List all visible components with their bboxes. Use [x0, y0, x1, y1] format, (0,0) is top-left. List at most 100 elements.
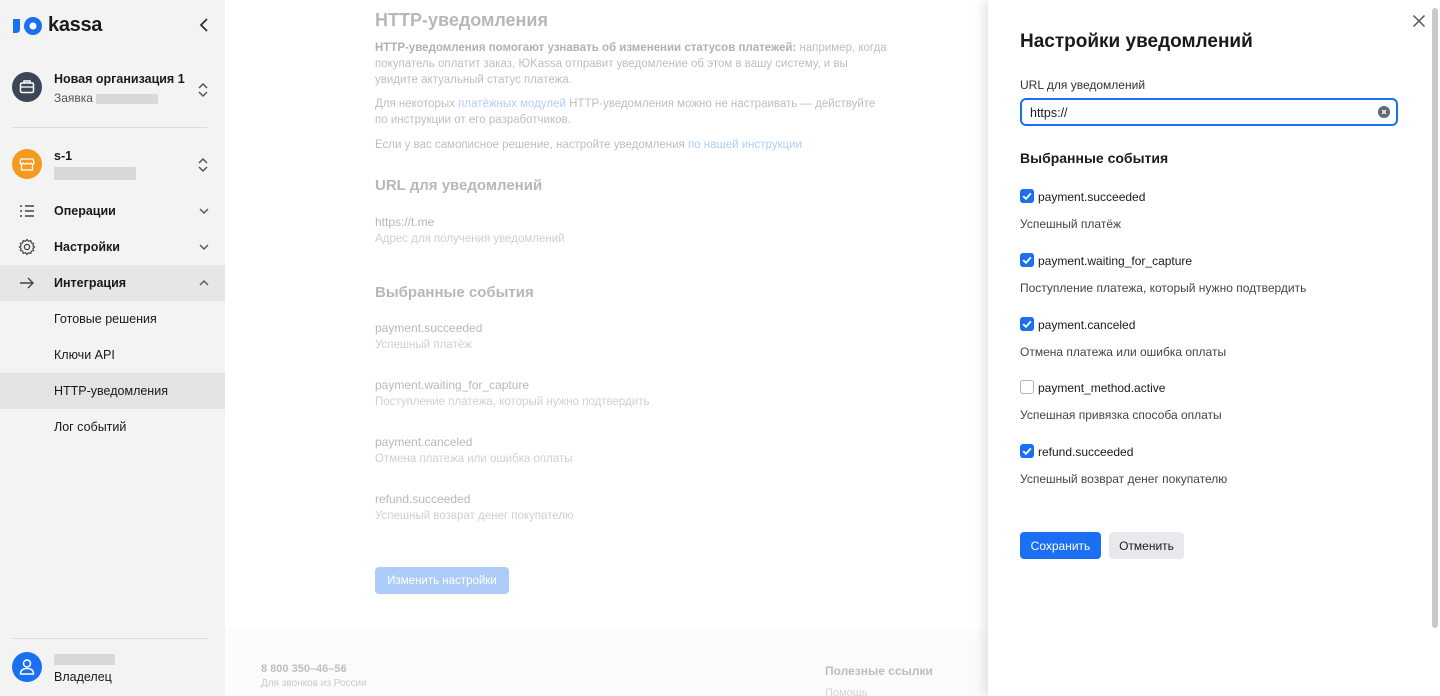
redacted-text	[54, 654, 115, 665]
organization-status-label: Заявка	[54, 91, 93, 105]
event-checkbox-payment-waiting-for-capture[interactable]: payment.waiting_for_capture	[1020, 251, 1400, 271]
event-description: Отмена платежа или ошибка оплаты	[1020, 345, 1227, 359]
user-profile[interactable]: Владелец	[0, 646, 225, 696]
event-checkbox-payment-canceled[interactable]: payment.canceled	[1020, 315, 1400, 335]
chevron-up-icon	[199, 280, 209, 286]
yookassa-logo-icon	[13, 16, 42, 35]
main-content: HTTP-уведомления HTTP-уведомления помога…	[225, 0, 988, 696]
briefcase-icon	[19, 80, 35, 94]
logo-text: kassa	[48, 14, 103, 36]
event-desc: Успешный платёж	[375, 339, 472, 351]
scrollbar[interactable]	[1432, 8, 1438, 628]
url-input[interactable]	[1030, 104, 1360, 122]
footer-help-link[interactable]: Помощь	[825, 687, 868, 696]
shop-name: s-1	[54, 149, 73, 163]
event-desc: Отмена платежа или ошибка оплаты	[375, 453, 573, 465]
sub-item-label: Готовые решения	[54, 312, 157, 326]
footer-phone-note: Для звонков из России	[261, 678, 367, 689]
cancel-button[interactable]: Отменить	[1109, 532, 1184, 559]
checkbox-unchecked[interactable]	[1020, 380, 1034, 394]
instruction-link[interactable]: по нашей инструкции	[688, 139, 802, 151]
sidebar-item-api-keys[interactable]: Ключи API	[0, 337, 225, 373]
close-icon[interactable]	[1412, 14, 1426, 28]
event-checkbox-refund-succeeded[interactable]: refund.succeeded	[1020, 442, 1400, 462]
checkmark-icon	[1022, 192, 1032, 201]
sub-item-label: Лог событий	[54, 420, 127, 434]
event-desc: Успешный возврат денег покупателю	[375, 510, 574, 522]
sidebar: kassa Новая организация 1 Заявка s-1 Опе…	[0, 0, 225, 696]
organization-switcher[interactable]: Новая организация 1 Заявка	[0, 64, 225, 118]
nav-label: Интеграция	[54, 276, 127, 290]
organization-name: Новая организация 1	[54, 72, 185, 86]
event-checkbox-payment-method-active[interactable]: payment_method.active	[1020, 378, 1400, 398]
event-name: refund.succeeded	[375, 492, 471, 506]
event-name: payment.canceled	[1038, 318, 1136, 332]
nav-label: Настройки	[54, 240, 120, 254]
event-description: Успешный платёж	[1020, 217, 1122, 231]
save-button[interactable]: Сохранить	[1020, 532, 1101, 559]
panel-title: Настройки уведомлений	[1020, 31, 1253, 52]
event-name: payment.succeeded	[375, 321, 483, 335]
url-field	[1020, 98, 1398, 126]
user-icon	[19, 659, 35, 675]
divider	[12, 127, 207, 128]
logo[interactable]: kassa	[12, 14, 102, 37]
event-description: Успешный возврат денег покупателю	[1020, 472, 1228, 486]
redacted-text	[96, 93, 159, 104]
intro-bold: HTTP-уведомления помогают узнавать об из…	[375, 42, 797, 54]
custom-paragraph: Если у вас самописное решение, настройте…	[375, 137, 890, 153]
redacted-text	[54, 167, 136, 180]
shop-avatar	[12, 149, 42, 179]
clear-input-icon[interactable]	[1378, 106, 1390, 118]
event-description: Поступление платежа, который нужно подтв…	[1020, 281, 1307, 295]
sub-item-label: Ключи API	[54, 348, 115, 362]
chevron-updown-icon	[198, 157, 208, 173]
divider	[12, 638, 207, 639]
event-name: payment.canceled	[375, 435, 473, 449]
sub-item-label: HTTP-уведомления	[54, 384, 168, 398]
checkbox-checked[interactable]	[1020, 253, 1034, 267]
sidebar-item-http-notifications[interactable]: HTTP-уведомления	[0, 373, 225, 409]
nav-item-integration[interactable]: Интеграция	[0, 265, 225, 301]
footer-phone[interactable]: 8 800 350–46–56	[261, 663, 347, 675]
payment-modules-link[interactable]: платёжных модулей	[458, 98, 566, 110]
event-desc: Поступление платежа, который нужно подтв…	[375, 396, 650, 408]
checkmark-icon	[1022, 256, 1032, 265]
checkmark-icon	[1022, 447, 1032, 456]
arrow-right-icon	[20, 277, 34, 289]
user-role: Владелец	[54, 670, 112, 684]
sidebar-item-ready-solutions[interactable]: Готовые решения	[0, 301, 225, 337]
edit-settings-button[interactable]: Изменить настройки	[375, 567, 509, 594]
shop-switcher[interactable]: s-1	[0, 142, 225, 186]
nav-item-settings[interactable]: Настройки	[0, 229, 225, 265]
list-icon	[20, 205, 34, 217]
url-value: https://t.me	[375, 215, 435, 229]
checkbox-checked[interactable]	[1020, 189, 1034, 203]
intro-paragraph: HTTP-уведомления помогают узнавать об из…	[375, 40, 890, 88]
custom-pre: Если у вас самописное решение, настройте…	[375, 139, 688, 151]
sidebar-item-event-log[interactable]: Лог событий	[0, 409, 225, 445]
event-name: payment.waiting_for_capture	[375, 378, 530, 392]
modules-paragraph: Для некоторых платёжных модулей HTTP-уве…	[375, 96, 890, 128]
event-name: refund.succeeded	[1038, 445, 1134, 459]
selected-events-heading: Выбранные события	[1020, 150, 1169, 166]
events-heading: Выбранные события	[375, 284, 534, 301]
url-hint: Адрес для получения уведомлений	[375, 233, 565, 245]
checkmark-icon	[1022, 320, 1032, 329]
store-icon	[19, 158, 35, 171]
checkbox-checked[interactable]	[1020, 444, 1034, 458]
collapse-sidebar-icon[interactable]	[196, 16, 212, 34]
event-name: payment.waiting_for_capture	[1038, 254, 1193, 268]
nav-label: Операции	[54, 204, 116, 218]
nav-item-operations[interactable]: Операции	[0, 193, 225, 229]
page-title: HTTP-уведомления	[375, 10, 548, 30]
event-description: Успешная привязка способа оплаты	[1020, 408, 1222, 422]
notification-settings-panel: Настройки уведомлений URL для уведомлени…	[988, 0, 1440, 696]
event-name: payment_method.active	[1038, 381, 1166, 395]
chevron-updown-icon	[198, 82, 208, 98]
chevron-down-icon	[199, 208, 209, 214]
checkbox-checked[interactable]	[1020, 317, 1034, 331]
url-heading: URL для уведомлений	[375, 177, 543, 194]
x-icon	[1381, 109, 1387, 115]
event-checkbox-payment-succeeded[interactable]: payment.succeeded	[1020, 187, 1400, 207]
